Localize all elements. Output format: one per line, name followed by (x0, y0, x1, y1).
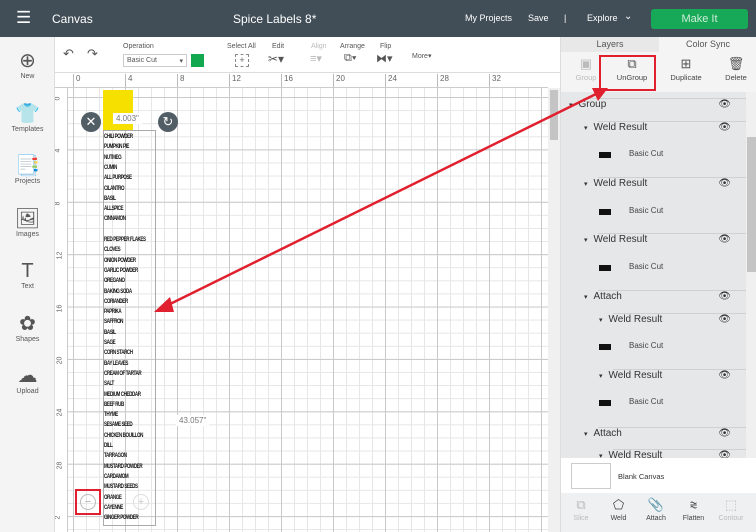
annotation-arrow (154, 88, 608, 312)
arrow-head (154, 297, 174, 312)
arrow-line (165, 92, 597, 308)
